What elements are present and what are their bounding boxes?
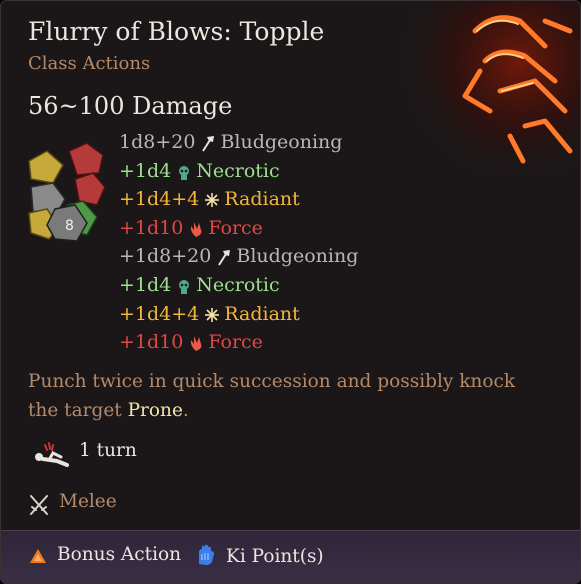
force-icon (191, 336, 202, 352)
damage-total: 56~100 Damage (28, 92, 233, 120)
necrotic-icon (179, 165, 190, 180)
resource-cost-bar: Bonus Action Ki Point(s) (1, 530, 580, 583)
bonus-action-cost: Bonus Action (29, 544, 181, 565)
damage-line: +1d4+4 Radiant (119, 188, 300, 211)
bludgeoning-icon (218, 250, 231, 266)
ki-point-cost: Ki Point(s) (196, 544, 324, 567)
bonus-action-icon (30, 549, 46, 563)
damage-line: +1d4+4 Radiant (119, 302, 300, 325)
spell-tooltip: Flurry of Blows: Topple Class Actions 56… (0, 0, 581, 584)
dice-cluster-icon: 8 (28, 142, 106, 242)
prone-icon (35, 442, 69, 467)
damage-line: +1d4 Necrotic (119, 273, 280, 296)
damage-breakdown: 1d8+20 Bludgeoning +1d4 Necrotic +1d4+4 Rad… (119, 128, 358, 357)
svg-text:8: 8 (65, 218, 74, 234)
ki-point-icon (199, 544, 214, 565)
spell-title: Flurry of Blows: Topple (28, 17, 325, 46)
flurry-of-blows-fist-icon (405, 1, 580, 176)
range-label: Melee (59, 491, 117, 512)
bludgeoning-icon (202, 136, 215, 152)
radiant-icon (205, 193, 220, 208)
damage-line: 1d8+20 Bludgeoning (119, 131, 343, 153)
spell-description: Punch twice in quick succession and poss… (28, 371, 516, 421)
necrotic-icon (179, 279, 190, 294)
force-icon (191, 221, 202, 237)
spell-category: Class Actions (28, 53, 151, 74)
prone-keyword[interactable]: Prone (128, 400, 183, 421)
damage-line: +1d8+20 Bludgeoning (119, 245, 359, 268)
condition-duration: 1 turn (79, 440, 137, 461)
damage-line: +1d10 Force (119, 331, 263, 354)
damage-line: +1d10 Force (119, 216, 263, 239)
crossed-swords-icon (30, 495, 48, 515)
damage-line: +1d4 Necrotic (119, 159, 280, 182)
radiant-icon (205, 307, 220, 322)
